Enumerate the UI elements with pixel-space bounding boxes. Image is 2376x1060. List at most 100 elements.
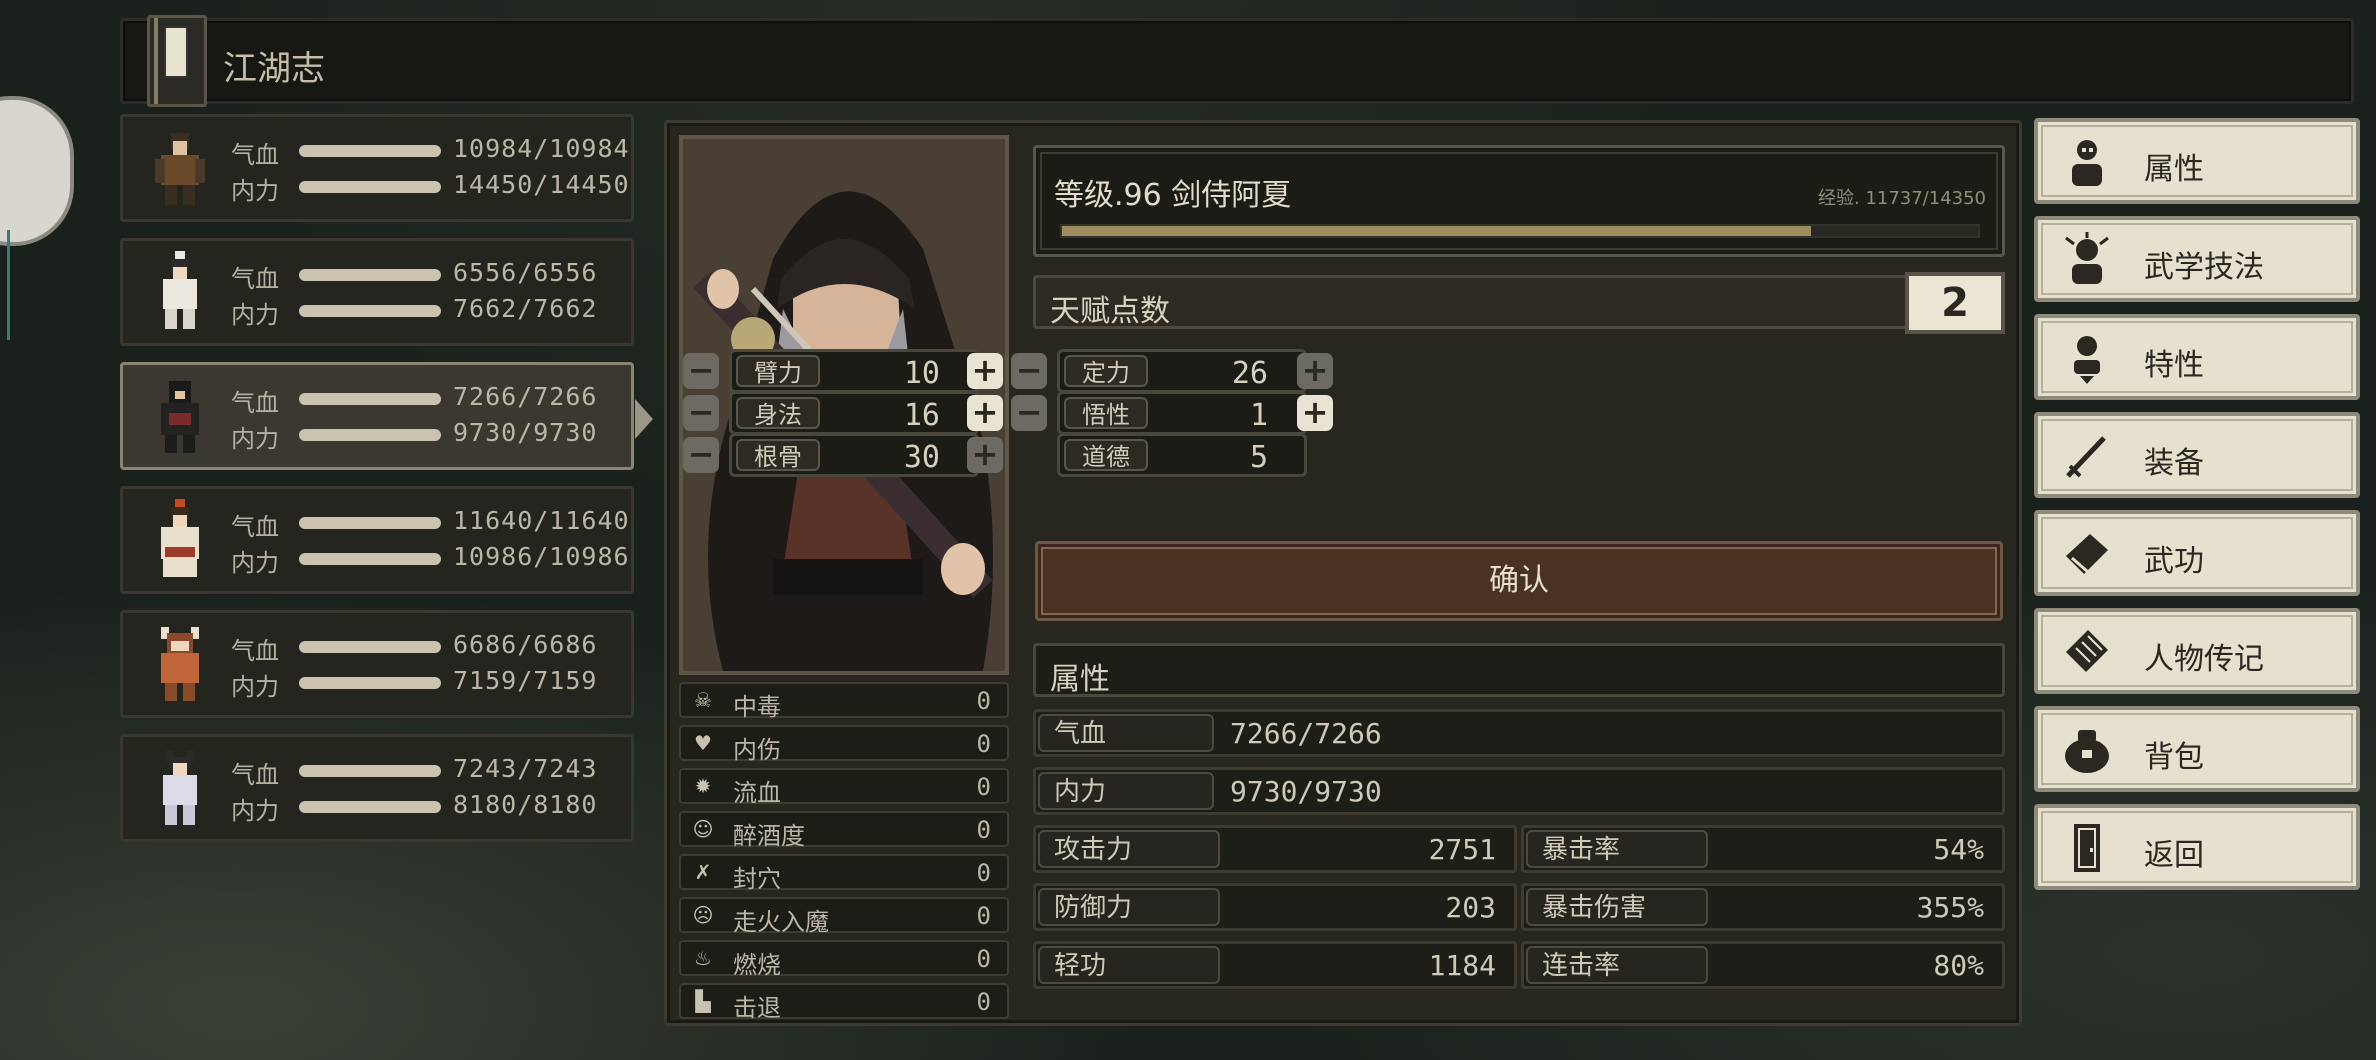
menu-traits[interactable]: 特性	[2034, 314, 2360, 400]
level-name: 等级.96 剑侍阿夏	[1054, 178, 1292, 213]
party-member-2[interactable]: 气血 6556/6556 内力 7662/7662	[120, 238, 634, 346]
mp-value: 14450/14450	[453, 170, 630, 199]
prop-value: 54%	[1933, 833, 1984, 866]
party-member-1[interactable]: 气血 10984/10984 内力 14450/14450	[120, 114, 634, 222]
attr-name: 根骨	[736, 439, 820, 471]
menu-label: 属性	[2144, 152, 2204, 187]
exp-bar-fill	[1062, 226, 1812, 236]
prop-qinggong-row: 轻功 1184	[1033, 941, 1517, 989]
status-value: 0	[976, 988, 991, 1016]
prop-defense-row: 防御力 203	[1033, 883, 1517, 931]
bili-minus-button[interactable]: −	[683, 353, 719, 389]
prop-crit-row: 暴击率 54%	[1521, 825, 2005, 873]
wuxing-plus-button[interactable]: +	[1297, 395, 1333, 431]
status-name: 内伤	[733, 736, 781, 764]
prop-label: 攻击力	[1038, 830, 1220, 868]
prop-label: 连击率	[1526, 946, 1708, 984]
menu-label: 武功	[2144, 544, 2204, 579]
fire-icon: ♨	[694, 946, 712, 970]
menu-backpack[interactable]: 背包	[2034, 706, 2360, 792]
status-knockback: ▙ 击退 0	[679, 983, 1009, 1022]
status-poison: ☠ 中毒 0	[679, 682, 1009, 721]
prop-value: 7266/7266	[1230, 717, 1382, 750]
broken-heart-icon: ♥	[694, 731, 712, 755]
menu-label: 武学技法	[2144, 250, 2264, 285]
status-qi-deviation: ☹ 走火入魔 0	[679, 897, 1009, 936]
bili-plus-button[interactable]: +	[967, 353, 1003, 389]
confirm-button[interactable]: 确认	[1035, 541, 2003, 621]
shenfa-minus-button[interactable]: −	[683, 395, 719, 431]
trait-icon	[2074, 336, 2100, 384]
mp-value: 7159/7159	[453, 666, 598, 695]
journal-book-icon	[147, 15, 207, 107]
menu-martial-techniques[interactable]: 武学技法	[2034, 216, 2360, 302]
party-list: 气血 10984/10984 内力 14450/14450 气血 6556/6556 …	[120, 114, 653, 858]
mp-label: 内力	[231, 425, 279, 453]
menu-back[interactable]: 返回	[2034, 804, 2360, 890]
prop-value: 2751	[1428, 833, 1496, 866]
level-box: 等级.96 剑侍阿夏 经验. 11737/14350	[1033, 145, 2005, 257]
mp-label: 内力	[231, 673, 279, 701]
status-value: 0	[976, 773, 991, 801]
hp-label: 气血	[231, 637, 279, 665]
hero-sprite-2	[163, 251, 197, 329]
status-value: 0	[976, 687, 991, 715]
hero-sprite-1	[155, 133, 205, 205]
hp-value: 7243/7243	[453, 754, 598, 783]
demon-face-icon: ☹	[692, 903, 714, 927]
wuxing-field: 悟性 1	[1057, 391, 1307, 435]
hp-label: 气血	[231, 389, 279, 417]
hp-bar	[299, 393, 441, 405]
menu-label: 返回	[2144, 838, 2204, 873]
hp-value: 7266/7266	[453, 382, 598, 411]
wuxing-minus-button[interactable]: −	[1011, 395, 1047, 431]
bili-field: 臂力 10	[729, 349, 979, 393]
shenfa-plus-button[interactable]: +	[967, 395, 1003, 431]
window-title: 江湖志	[223, 49, 325, 89]
dingli-minus-button[interactable]: −	[1011, 353, 1047, 389]
prop-label: 暴击伤害	[1526, 888, 1708, 926]
party-member-5[interactable]: 气血 6686/6686 内力 7159/7159	[120, 610, 634, 718]
mp-label: 内力	[231, 301, 279, 329]
party-member-4[interactable]: 气血 11640/11640 内力 10986/10986	[120, 486, 634, 594]
menu-label: 人物传记	[2144, 642, 2264, 677]
shenfa-field: 身法 16	[729, 391, 979, 435]
hp-bar	[299, 765, 441, 777]
status-bleeding: ✹ 流血 0	[679, 768, 1009, 807]
mp-value: 10986/10986	[453, 542, 630, 571]
menu-equipment[interactable]: 装备	[2034, 412, 2360, 498]
dingli-plus-button[interactable]: +	[1297, 353, 1333, 389]
hp-bar	[299, 641, 441, 653]
menu-biography[interactable]: 人物传记	[2034, 608, 2360, 694]
menu-label: 装备	[2144, 446, 2204, 481]
manual-book-icon	[2066, 534, 2108, 574]
menu-martial-arts[interactable]: 武功	[2034, 510, 2360, 596]
attr-value: 10	[903, 356, 940, 391]
gengu-plus-button[interactable]: +	[967, 437, 1003, 473]
status-internal-injury: ♥ 内伤 0	[679, 725, 1009, 764]
status-name: 击退	[733, 994, 781, 1022]
party-member-3[interactable]: 气血 7266/7266 内力 9730/9730	[120, 362, 653, 470]
menu-attributes[interactable]: 属性	[2034, 118, 2360, 204]
prop-value: 80%	[1933, 949, 1984, 982]
mp-bar	[299, 801, 441, 813]
prop-hp-row: 气血 7266/7266	[1033, 709, 2005, 757]
hp-label: 气血	[231, 265, 279, 293]
hp-value: 6556/6556	[453, 258, 598, 287]
mp-label: 内力	[231, 549, 279, 577]
mp-bar	[299, 677, 441, 689]
hero-sprite-5	[161, 627, 199, 701]
bag-icon	[2065, 730, 2109, 773]
hp-bar	[299, 517, 441, 529]
status-value: 0	[976, 816, 991, 844]
hero-sprite-6	[163, 751, 197, 825]
attr-name: 悟性	[1064, 397, 1148, 429]
party-member-6[interactable]: 气血 7243/7243 内力 8180/8180	[120, 734, 634, 842]
mp-bar	[299, 181, 441, 193]
mp-bar	[299, 429, 441, 441]
sealed-icon: ✗	[694, 860, 712, 884]
gengu-minus-button[interactable]: −	[683, 437, 719, 473]
gengu-field: 根骨 30	[729, 433, 979, 477]
hp-label: 气血	[231, 761, 279, 789]
boot-icon: ▙	[695, 989, 711, 1013]
